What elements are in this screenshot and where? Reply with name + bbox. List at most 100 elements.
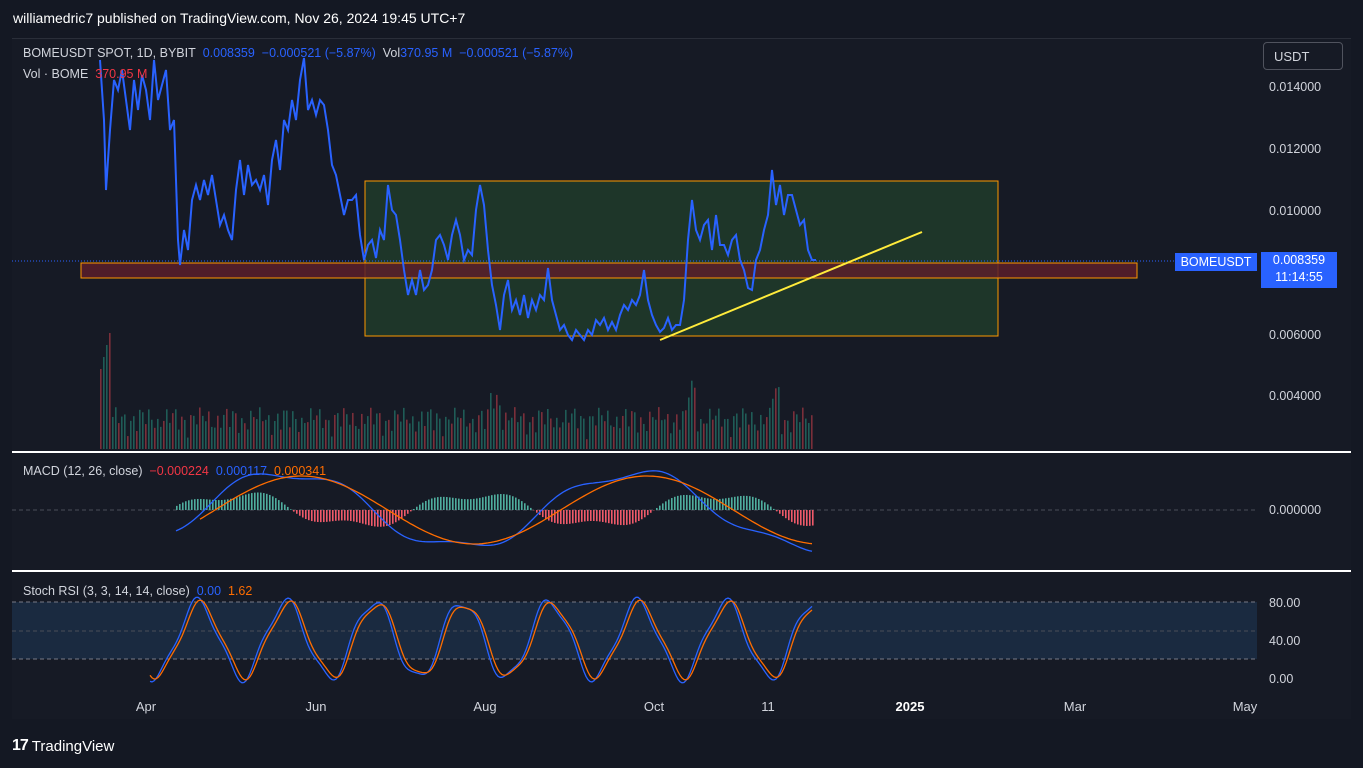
macd-histogram-bar bbox=[455, 498, 457, 510]
volume-bar bbox=[226, 408, 228, 449]
volume-bar bbox=[751, 412, 753, 449]
volume-bar bbox=[622, 415, 624, 449]
volume-bar bbox=[259, 407, 261, 449]
volume-bar bbox=[493, 408, 495, 449]
macd-histogram-bar bbox=[290, 509, 292, 510]
volume-bar bbox=[454, 407, 456, 449]
volume-bar bbox=[268, 415, 270, 449]
volume-bar bbox=[703, 423, 705, 449]
time-axis-label: 2025 bbox=[895, 699, 925, 714]
volume-bar bbox=[583, 418, 585, 449]
volume-bar bbox=[577, 428, 579, 449]
volume-bar bbox=[706, 423, 708, 449]
macd-histogram-bar bbox=[404, 510, 406, 517]
chart-canvas[interactable] bbox=[0, 0, 1363, 768]
macd-histogram-bar bbox=[401, 510, 403, 519]
volume-bar bbox=[253, 417, 255, 449]
macd-histogram-bar bbox=[272, 496, 274, 510]
macd-histogram-bar bbox=[473, 498, 475, 510]
volume-bar bbox=[208, 411, 210, 449]
tradingview-logo-icon: 17 bbox=[12, 737, 29, 754]
macd-label[interactable]: MACD (12, 26, close) bbox=[23, 464, 142, 478]
macd-histogram-bar bbox=[671, 498, 673, 510]
volume-label[interactable]: Vol · BOME bbox=[23, 67, 88, 81]
volume-bar bbox=[445, 416, 447, 449]
macd-histogram-bar bbox=[500, 494, 502, 510]
macd-histogram-bar bbox=[773, 508, 775, 510]
volume-bar bbox=[619, 428, 621, 449]
macd-histogram-bar bbox=[266, 493, 268, 510]
volume-bar bbox=[631, 411, 633, 449]
macd-histogram-bar bbox=[611, 510, 613, 524]
tradingview-logo[interactable]: 17 TradingView bbox=[12, 737, 114, 755]
macd-histogram-bar bbox=[257, 492, 259, 510]
volume-bar bbox=[601, 415, 603, 449]
volume-bar bbox=[769, 407, 771, 449]
volume-bar bbox=[742, 408, 744, 449]
pane-separator-macd[interactable] bbox=[12, 451, 1351, 453]
volume-bar bbox=[682, 411, 684, 449]
volume-bar bbox=[355, 426, 357, 449]
stoch-label[interactable]: Stoch RSI (3, 3, 14, 14, close) bbox=[23, 584, 190, 598]
volume-bar bbox=[775, 388, 777, 449]
macd-histogram-bar bbox=[269, 494, 271, 510]
volume-bar bbox=[757, 430, 759, 449]
currency-button[interactable]: USDT bbox=[1263, 42, 1343, 70]
macd-histogram-bar bbox=[641, 510, 643, 520]
macd-histogram-bar bbox=[341, 510, 343, 521]
volume-bar bbox=[262, 421, 264, 449]
macd-histogram-bar bbox=[737, 496, 739, 510]
volume-bar bbox=[523, 413, 525, 449]
volume-bar bbox=[190, 415, 192, 449]
volume-bar bbox=[211, 426, 213, 449]
volume-bar bbox=[466, 426, 468, 449]
volume-bar bbox=[175, 409, 177, 449]
volume-bar bbox=[166, 409, 168, 449]
macd-histogram-bar bbox=[527, 505, 529, 510]
volume-bar bbox=[598, 407, 600, 449]
volume-bar bbox=[202, 415, 204, 449]
support-band[interactable] bbox=[80, 262, 1138, 279]
volume-bar bbox=[463, 409, 465, 449]
volume-bar bbox=[778, 387, 780, 449]
volume-bar bbox=[157, 418, 159, 449]
legend-vol-value: 370.95 M bbox=[400, 46, 453, 60]
volume-bar bbox=[661, 420, 663, 449]
macd-histogram-bar bbox=[512, 496, 514, 510]
volume-bar bbox=[637, 432, 639, 449]
symbol-label[interactable]: BOMEUSDT SPOT, 1D, BYBIT bbox=[23, 46, 196, 60]
macd-histogram-bar bbox=[284, 504, 286, 510]
volume-bar bbox=[679, 429, 681, 449]
volume-bar bbox=[256, 419, 258, 449]
macd-histogram-bar bbox=[812, 510, 814, 526]
volume-bar bbox=[478, 415, 480, 449]
macd-histogram-bar bbox=[794, 510, 796, 524]
macd-histogram-bar bbox=[227, 499, 229, 510]
volume-bar bbox=[766, 417, 768, 449]
macd-histogram-bar bbox=[770, 506, 772, 510]
macd-histogram-bar bbox=[644, 510, 646, 518]
macd-histogram-bar bbox=[575, 510, 577, 523]
macd-histogram-bar bbox=[443, 496, 445, 510]
volume-bar bbox=[331, 436, 333, 449]
macd-histogram-bar bbox=[623, 510, 625, 526]
macd-histogram-bar bbox=[713, 498, 715, 510]
macd-histogram-bar bbox=[323, 510, 325, 523]
macd-histogram-bar bbox=[782, 510, 784, 517]
volume-bar bbox=[667, 414, 669, 449]
volume-bar bbox=[145, 424, 147, 449]
pane-separator-stoch[interactable] bbox=[12, 570, 1351, 572]
volume-bar bbox=[439, 418, 441, 449]
macd-histogram-bar bbox=[668, 499, 670, 510]
macd-histogram-bar bbox=[497, 494, 499, 510]
volume-bar bbox=[379, 413, 381, 449]
macd-histogram-bar bbox=[314, 510, 316, 522]
volume-bar bbox=[274, 420, 276, 449]
volume-bar bbox=[400, 421, 402, 449]
volume-bar bbox=[352, 412, 354, 449]
macd-histogram-bar bbox=[260, 492, 262, 510]
macd-histogram-bar bbox=[560, 510, 562, 524]
volume-bar bbox=[565, 409, 567, 449]
macd-histogram-bar bbox=[356, 510, 358, 523]
volume-bar bbox=[469, 423, 471, 449]
